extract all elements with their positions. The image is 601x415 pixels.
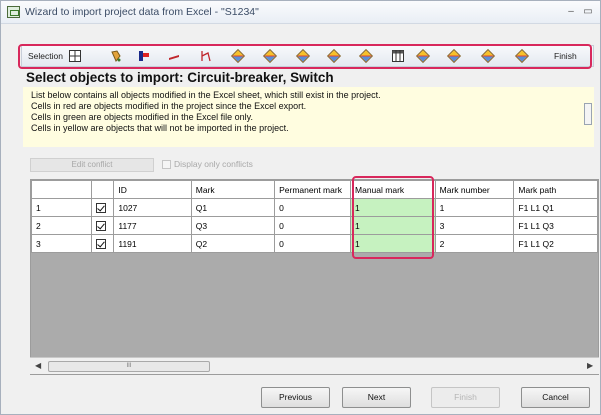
mark-path-cell[interactable]: F1 L1 Q2 <box>513 234 598 253</box>
finish-toolbar-label[interactable]: Finish <box>554 51 577 61</box>
info-line: Cells in red are objects modified in the… <box>31 101 307 111</box>
page-title: Select objects to import: Circuit-breake… <box>26 70 334 85</box>
cancel-button[interactable]: Cancel <box>521 387 590 408</box>
selection-label: Selection <box>28 51 63 61</box>
diamond-icon[interactable] <box>230 48 246 64</box>
row-select-cell[interactable] <box>91 234 115 253</box>
objects-table: ID Mark Permanent mark Manual mark Mark … <box>31 180 598 253</box>
maximize-button[interactable]: ▭ <box>581 5 595 19</box>
column-header[interactable] <box>91 180 115 199</box>
table-header-row: ID Mark Permanent mark Manual mark Mark … <box>31 180 598 199</box>
fill-bucket-icon[interactable] <box>110 50 122 62</box>
diamond-icon[interactable] <box>415 48 431 64</box>
table-row[interactable]: 2 1177 Q3 0 1 3 F1 L1 Q3 <box>31 216 598 235</box>
info-scroll-thumb[interactable] <box>584 103 592 125</box>
diamond-icon[interactable] <box>514 48 530 64</box>
manual-mark-cell[interactable]: 1 <box>350 234 436 253</box>
scroll-grip: III <box>126 363 132 369</box>
mark-path-cell[interactable]: F1 L1 Q1 <box>513 198 598 217</box>
row-select-cell[interactable] <box>91 216 115 235</box>
horizontal-scrollbar[interactable]: ◀ III ▶ <box>30 357 599 374</box>
objects-grid: ID Mark Permanent mark Manual mark Mark … <box>30 179 599 375</box>
row-select-cell[interactable] <box>91 198 115 217</box>
title-bar: Wizard to import project data from Excel… <box>1 1 600 24</box>
mark-number-cell[interactable]: 3 <box>434 216 515 235</box>
previous-button[interactable]: Previous <box>261 387 330 408</box>
excel-import-icon <box>7 6 20 18</box>
table-icon[interactable] <box>392 50 404 62</box>
diamond-icon[interactable] <box>446 48 462 64</box>
display-only-conflicts-label: Display only conflicts <box>174 159 253 169</box>
info-line: Cells in green are objects modified in t… <box>31 112 253 122</box>
row-number: 3 <box>31 234 93 253</box>
diamond-icon[interactable] <box>262 48 278 64</box>
diamond-icon[interactable] <box>326 48 342 64</box>
column-header-permanent-mark[interactable]: Permanent mark <box>274 180 352 199</box>
scroll-left-arrow-icon[interactable]: ◀ <box>35 361 41 370</box>
info-line: Cells in yellow are objects that will no… <box>31 123 289 133</box>
row-checkbox[interactable] <box>96 238 107 249</box>
line-tool-icon[interactable] <box>200 50 212 62</box>
mark-cell[interactable]: Q2 <box>190 234 276 253</box>
info-scrollbar[interactable] <box>582 87 594 147</box>
diamond-icon[interactable] <box>480 48 496 64</box>
diamond-icon[interactable] <box>358 48 374 64</box>
edit-conflict-button[interactable]: Edit conflict <box>30 158 154 172</box>
table-row[interactable]: 3 1191 Q2 0 1 2 F1 L1 Q2 <box>31 234 598 253</box>
id-cell[interactable]: 1177 <box>113 216 192 235</box>
wizard-window: Wizard to import project data from Excel… <box>0 0 601 415</box>
column-header[interactable] <box>31 180 93 199</box>
row-number: 2 <box>31 216 93 235</box>
toolbar: Selection Finish <box>21 45 594 67</box>
horizontal-scroll-thumb[interactable]: III <box>48 361 210 372</box>
display-only-conflicts-checkbox[interactable] <box>162 160 171 169</box>
id-cell[interactable]: 1027 <box>113 198 192 217</box>
id-cell[interactable]: 1191 <box>113 234 192 253</box>
finish-button[interactable]: Finish <box>431 387 500 408</box>
column-header-mark-number[interactable]: Mark number <box>434 180 515 199</box>
pen-icon[interactable] <box>168 50 180 62</box>
row-checkbox[interactable] <box>96 220 107 231</box>
next-button[interactable]: Next <box>342 387 411 408</box>
mark-number-cell[interactable]: 1 <box>434 198 515 217</box>
column-header-manual-mark[interactable]: Manual mark <box>350 180 436 199</box>
permanent-mark-cell[interactable]: 0 <box>274 198 352 217</box>
column-header-id[interactable]: ID <box>113 180 192 199</box>
row-number: 1 <box>31 198 93 217</box>
manual-mark-cell[interactable]: 1 <box>350 198 436 217</box>
column-header-mark[interactable]: Mark <box>190 180 276 199</box>
manual-mark-cell[interactable]: 1 <box>350 216 436 235</box>
mark-path-cell[interactable]: F1 L1 Q3 <box>513 216 598 235</box>
info-panel: List below contains all objects modified… <box>23 87 594 147</box>
column-header-mark-path[interactable]: Mark path <box>513 180 598 199</box>
mark-cell[interactable]: Q1 <box>190 198 276 217</box>
window-title: Wizard to import project data from Excel… <box>25 6 259 18</box>
color-flag-icon[interactable] <box>138 50 150 62</box>
minimize-button[interactable]: – <box>564 5 578 19</box>
table-row[interactable]: 1 1027 Q1 0 1 1 F1 L1 Q1 <box>31 198 598 217</box>
scroll-right-arrow-icon[interactable]: ▶ <box>587 361 593 370</box>
edit-conflict-label: Edit conflict <box>71 160 113 169</box>
permanent-mark-cell[interactable]: 0 <box>274 234 352 253</box>
info-line: List below contains all objects modified… <box>31 90 381 100</box>
diamond-icon[interactable] <box>295 48 311 64</box>
selection-grid-icon[interactable] <box>69 50 81 62</box>
mark-number-cell[interactable]: 2 <box>434 234 515 253</box>
permanent-mark-cell[interactable]: 0 <box>274 216 352 235</box>
row-checkbox[interactable] <box>96 202 107 213</box>
mark-cell[interactable]: Q3 <box>190 216 276 235</box>
